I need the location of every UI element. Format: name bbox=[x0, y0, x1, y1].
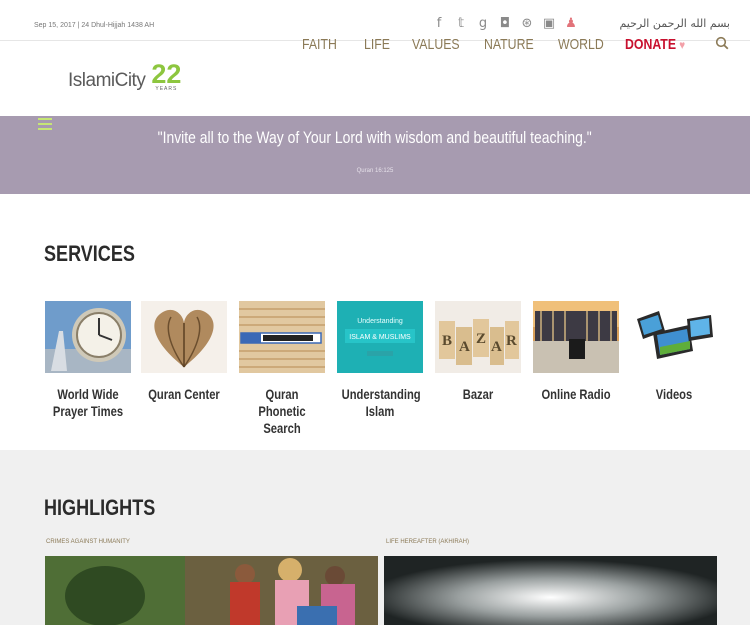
social-links: f 𝕥 g ◘ ⊛ ▣ ♟ bbox=[428, 16, 582, 31]
service-label: Quran Phonetic Search bbox=[258, 386, 306, 436]
site-logo[interactable]: IslamiCity 22 YEARS bbox=[68, 59, 182, 93]
service-bazar[interactable]: B A Z A R Bazar bbox=[430, 301, 526, 403]
service-label: World Wide Prayer Times bbox=[52, 386, 124, 419]
svg-text:R: R bbox=[506, 333, 517, 349]
search-icon[interactable] bbox=[715, 36, 729, 54]
top-bar: Sep 15, 2017 | 24 Dhul-Hijjah 1438 AH f … bbox=[0, 0, 750, 41]
current-date: Sep 15, 2017 | 24 Dhul-Hijjah 1438 AH bbox=[34, 22, 155, 29]
mecca-radio-icon bbox=[533, 301, 619, 373]
understanding-islam-icon: Understanding ISLAM & MUSLIMS bbox=[337, 301, 423, 373]
service-quran-center[interactable]: Quran Center bbox=[136, 301, 232, 403]
film-reel-icon bbox=[631, 301, 717, 373]
banner-quote-text: "Invite all to the Way of Your Lord with… bbox=[157, 128, 593, 147]
service-label: Online Radio bbox=[541, 386, 611, 402]
facebook-icon[interactable]: f bbox=[428, 16, 450, 31]
instagram-icon[interactable]: ◘ bbox=[494, 16, 516, 31]
logo-text: IslamiCity bbox=[68, 70, 146, 91]
service-label: Quran Center bbox=[148, 386, 220, 402]
svg-text:Z: Z bbox=[476, 331, 486, 347]
service-label: Videos bbox=[655, 386, 693, 402]
banner-quote: "Invite all to the Way of Your Lord with… bbox=[0, 128, 750, 148]
highlight-category-link[interactable]: CRIMES AGAINST HUMANITY bbox=[46, 539, 130, 545]
flickr-icon[interactable]: ▣ bbox=[538, 16, 560, 31]
service-understanding-islam[interactable]: Understanding ISLAM & MUSLIMS Understand… bbox=[332, 301, 428, 420]
service-label: Understanding Islam bbox=[341, 386, 421, 419]
logo-years-badge: 22 YEARS bbox=[151, 59, 182, 93]
twitter-icon[interactable]: 𝕥 bbox=[450, 16, 472, 31]
service-prayer-times[interactable]: World Wide Prayer Times bbox=[40, 301, 136, 420]
pinterest-icon[interactable]: ⊛ bbox=[516, 16, 538, 31]
google-plus-icon[interactable]: g bbox=[472, 16, 494, 31]
svg-text:A: A bbox=[491, 339, 502, 355]
bazar-tags-icon: B A Z A R bbox=[435, 301, 521, 373]
nav-item-nature[interactable]: NATURE bbox=[484, 36, 534, 53]
highlights-title: HIGHLIGHTS bbox=[44, 495, 156, 520]
highlight-image-crimes[interactable] bbox=[45, 556, 378, 625]
donate-label: DONATE bbox=[625, 36, 677, 53]
highlight-image-life-hereafter[interactable] bbox=[384, 556, 717, 625]
service-videos[interactable]: Videos bbox=[626, 301, 722, 403]
youtube-icon[interactable]: ♟ bbox=[560, 16, 582, 31]
nav-item-world[interactable]: WORLD bbox=[558, 36, 604, 53]
banner-citation: Quran 16:125 bbox=[356, 168, 394, 174]
donate-link[interactable]: DONATE ♥ bbox=[625, 36, 685, 53]
service-label: Bazar bbox=[462, 386, 494, 402]
service-online-radio[interactable]: Online Radio bbox=[528, 301, 624, 403]
quran-search-icon bbox=[239, 301, 325, 373]
nav-item-values[interactable]: VALUES bbox=[412, 36, 460, 53]
highlight-category-link[interactable]: LIFE HEREAFTER (AKHIRAH) bbox=[386, 539, 469, 545]
svg-text:Understanding: Understanding bbox=[357, 318, 403, 325]
logo-years-label: YEARS bbox=[155, 86, 178, 92]
book-heart-icon bbox=[141, 301, 227, 373]
svg-text:B: B bbox=[442, 333, 452, 349]
services-title: SERVICES bbox=[44, 241, 135, 266]
nav-item-life[interactable]: LIFE bbox=[364, 36, 390, 53]
bismillah-text: بسم الله الرحمن الرحيم bbox=[619, 17, 730, 30]
logo-years-number: 22 bbox=[151, 59, 182, 89]
search-icon-svg bbox=[715, 36, 729, 50]
service-quran-phonetic-search[interactable]: Quran Phonetic Search bbox=[234, 301, 330, 437]
clock-icon bbox=[45, 301, 131, 373]
nav-item-faith[interactable]: FAITH bbox=[302, 36, 337, 53]
svg-text:ISLAM & MUSLIMS: ISLAM & MUSLIMS bbox=[349, 334, 411, 341]
svg-text:A: A bbox=[459, 339, 470, 355]
heart-icon: ♥ bbox=[679, 38, 686, 52]
